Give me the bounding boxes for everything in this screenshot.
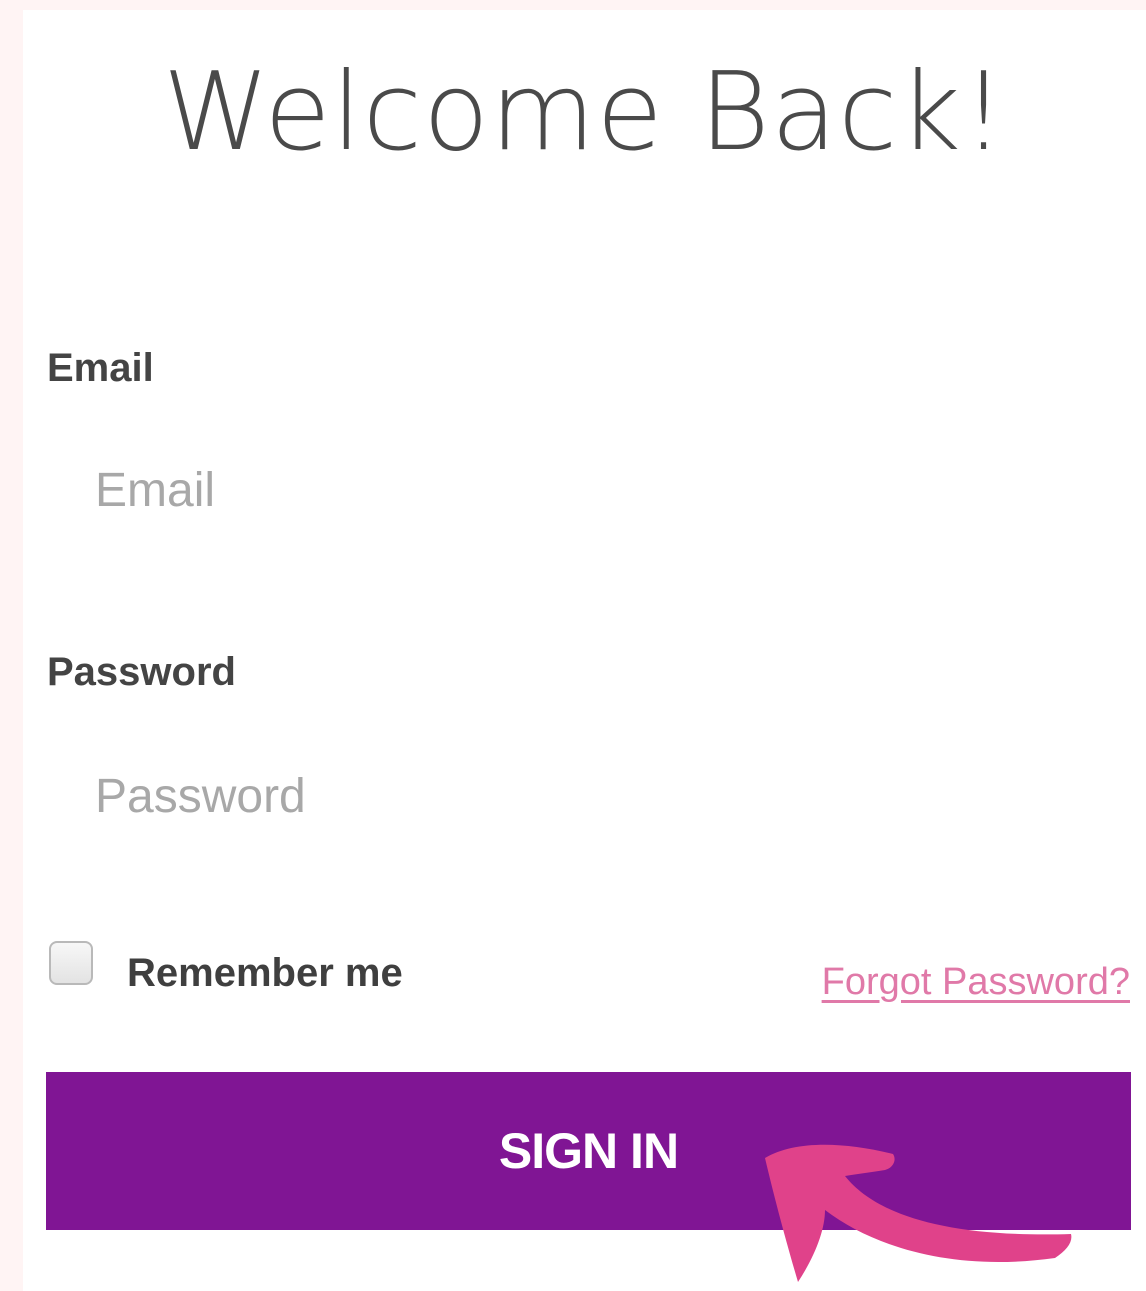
remember-me-row: Remember me (49, 938, 403, 1008)
remember-me-checkbox[interactable] (49, 941, 93, 985)
password-label: Password (47, 650, 236, 694)
email-field[interactable] (47, 430, 1131, 550)
email-label: Email (47, 346, 154, 390)
curved-arrow-shape (765, 1144, 1072, 1282)
password-field[interactable] (47, 736, 1131, 856)
forgot-password-link[interactable]: Forgot Password? (822, 958, 1130, 1006)
curved-arrow-icon (765, 1144, 1072, 1282)
page-title: Welcome Back! (162, 50, 1007, 175)
login-card: Welcome Back! Email Password Remember me… (23, 10, 1146, 1291)
remember-me-label: Remember me (127, 950, 403, 995)
